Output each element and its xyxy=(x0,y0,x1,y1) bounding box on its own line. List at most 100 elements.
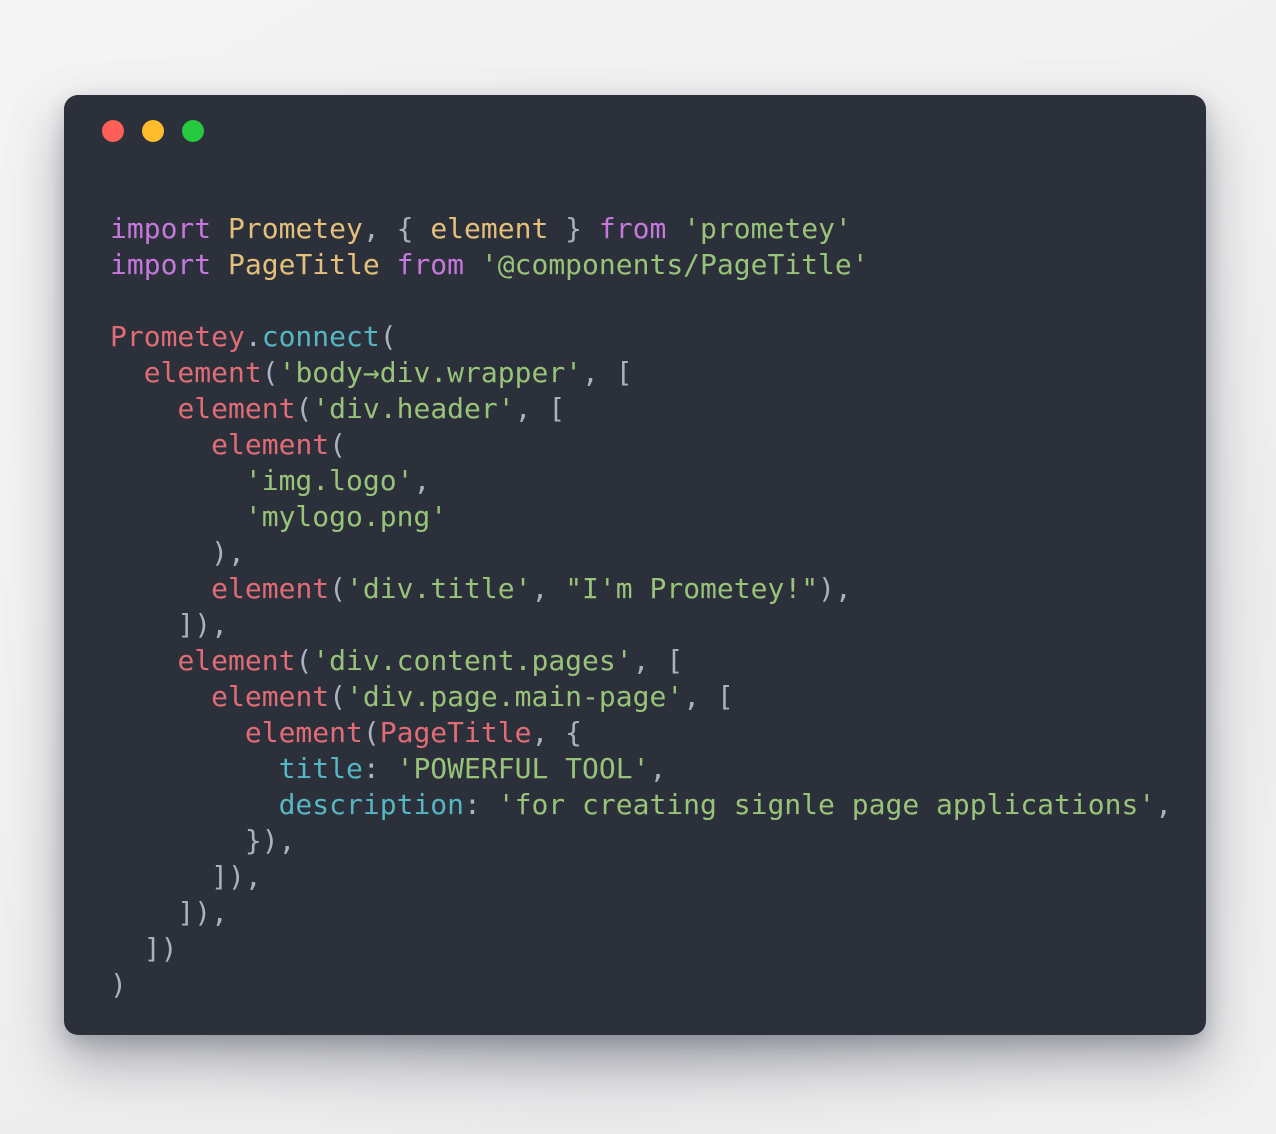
minimize-button[interactable] xyxy=(142,120,164,142)
code-token: PageTitle xyxy=(228,248,380,281)
code-line: ]) xyxy=(110,931,1206,967)
code-token: : xyxy=(362,752,397,785)
code-token: from xyxy=(598,212,667,245)
code-line: element('div.header', [ xyxy=(110,391,1206,427)
code-token: , xyxy=(413,464,431,497)
code-token: 'div.header' xyxy=(312,392,515,425)
code-token: element xyxy=(143,356,262,389)
code-token: } xyxy=(548,212,599,245)
code-token: ]) xyxy=(110,932,178,965)
code-token: ) xyxy=(110,968,127,1001)
code-line: element('div.page.main-page', [ xyxy=(110,679,1206,715)
code-line: }), xyxy=(110,823,1206,859)
code-token: , [ xyxy=(514,392,566,425)
code-token: , [ xyxy=(632,644,684,677)
code-line: element( xyxy=(110,427,1206,463)
code-token: 'body→div.wrapper' xyxy=(278,356,583,389)
close-button[interactable] xyxy=(102,120,124,142)
window-titlebar xyxy=(64,95,1206,167)
code-token: 'POWERFUL TOOL' xyxy=(396,752,650,785)
code-token: ), xyxy=(110,536,245,569)
code-token: PageTitle xyxy=(379,716,532,749)
code-token: 'div.page.main-page' xyxy=(346,680,684,713)
code-token: element xyxy=(211,428,330,461)
code-line: description: 'for creating signle page a… xyxy=(110,787,1206,823)
code-line: import Prometey, { element } from 'prome… xyxy=(110,211,1206,247)
code-line: ]), xyxy=(110,607,1206,643)
code-token: description xyxy=(278,788,465,821)
code-token: , { xyxy=(531,716,583,749)
code-line: element('body→div.wrapper', [ xyxy=(110,355,1206,391)
code-token: element xyxy=(244,716,363,749)
code-token: ( xyxy=(329,428,347,461)
code-token: element xyxy=(177,392,296,425)
code-token: 'for creating signle page applications' xyxy=(497,788,1156,821)
code-token: : xyxy=(464,788,498,821)
code-line: title: 'POWERFUL TOOL', xyxy=(110,751,1206,787)
code-line: ), xyxy=(110,535,1206,571)
code-line: ) xyxy=(110,967,1206,1003)
code-line: element('div.content.pages', [ xyxy=(110,643,1206,679)
code-token: "I'm Prometey!" xyxy=(565,572,819,605)
code-window: import Prometey, { element } from 'prome… xyxy=(64,95,1206,1035)
code-token: element xyxy=(177,644,296,677)
code-token: , xyxy=(531,572,566,605)
code-token: 'div.title' xyxy=(346,572,532,605)
code-token: , xyxy=(649,752,667,785)
code-line: 'mylogo.png' xyxy=(110,499,1206,535)
code-token: Prometey xyxy=(228,212,363,245)
code-token: ( xyxy=(379,320,397,353)
code-token: ( xyxy=(329,572,347,605)
code-line: element(PageTitle, { xyxy=(110,715,1206,751)
code-token: element xyxy=(211,680,330,713)
code-line: ]), xyxy=(110,895,1206,931)
code-line: 'img.logo', xyxy=(110,463,1206,499)
code-token: ]), xyxy=(110,860,262,893)
code-token: }), xyxy=(110,824,296,857)
code-token: 'prometey' xyxy=(683,212,852,245)
code-token: 'mylogo.png' xyxy=(244,500,448,533)
code-line: import PageTitle from '@components/PageT… xyxy=(110,247,1206,283)
code-token: . xyxy=(244,320,262,353)
code-token: ]), xyxy=(110,608,229,641)
code-token: element xyxy=(430,212,549,245)
code-line: element('div.title', "I'm Prometey!"), xyxy=(110,571,1206,607)
code-token: title xyxy=(278,752,363,785)
zoom-button[interactable] xyxy=(182,120,204,142)
code-token: ( xyxy=(295,392,313,425)
code-token: ( xyxy=(261,356,279,389)
code-token: , xyxy=(1155,788,1173,821)
code-token: import xyxy=(110,248,212,281)
code-token: ]), xyxy=(110,896,229,929)
code-line: Prometey.connect( xyxy=(110,319,1206,355)
code-block[interactable]: import Prometey, { element } from 'prome… xyxy=(110,211,1206,1003)
code-token: Prometey xyxy=(110,320,245,353)
code-token: ( xyxy=(295,644,313,677)
code-token: import xyxy=(110,212,212,245)
code-token: , [ xyxy=(683,680,734,713)
code-token: , { xyxy=(362,212,431,245)
code-token: from xyxy=(396,248,465,281)
code-token: 'div.content.pages' xyxy=(312,644,633,677)
code-token: ( xyxy=(329,680,347,713)
code-token: '@components/PageTitle' xyxy=(480,248,869,281)
code-token: element xyxy=(211,572,330,605)
code-token: connect xyxy=(261,320,380,353)
code-line: ]), xyxy=(110,859,1206,895)
